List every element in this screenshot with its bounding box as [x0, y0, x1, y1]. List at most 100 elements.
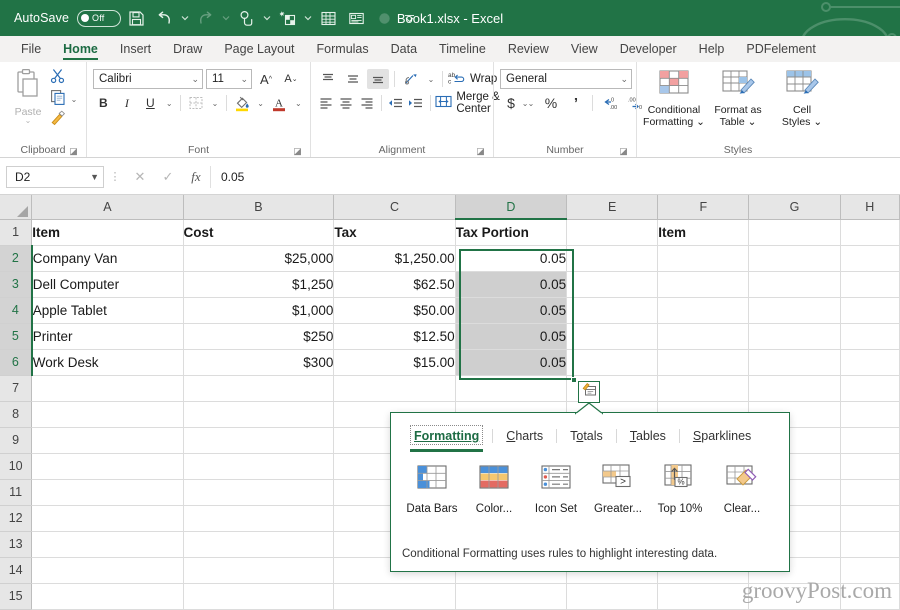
- cell-d3[interactable]: 0.05: [455, 271, 568, 298]
- qa-tab-formatting[interactable]: Formatting: [401, 425, 492, 452]
- tab-draw[interactable]: Draw: [162, 36, 213, 62]
- cell-b11[interactable]: [183, 479, 335, 506]
- cell-g7[interactable]: [748, 375, 841, 402]
- cell-a4[interactable]: Apple Tablet: [31, 297, 184, 324]
- cell-e15[interactable]: [566, 583, 659, 610]
- cell-g5[interactable]: [748, 323, 841, 350]
- column-header-h[interactable]: H: [840, 195, 900, 220]
- tab-review[interactable]: Review: [497, 36, 560, 62]
- undo-icon[interactable]: [151, 5, 177, 31]
- row-header-10[interactable]: 10: [0, 453, 33, 480]
- cell-a6[interactable]: Work Desk: [31, 349, 184, 376]
- cell-h5[interactable]: [840, 323, 900, 350]
- enter-icon[interactable]: ✓: [154, 166, 182, 188]
- align-center-button[interactable]: [338, 93, 356, 113]
- select-all-corner[interactable]: [0, 195, 33, 220]
- cell-e4[interactable]: [566, 297, 659, 324]
- cell-b15[interactable]: [183, 583, 335, 610]
- cell-b7[interactable]: [183, 375, 335, 402]
- column-header-b[interactable]: B: [183, 195, 335, 220]
- cancel-icon[interactable]: ✕: [126, 166, 154, 188]
- touch-mode-icon[interactable]: [233, 5, 259, 31]
- cell-a15[interactable]: [31, 583, 184, 610]
- format-painter-button[interactable]: [50, 110, 80, 130]
- copy-button[interactable]: ⌄: [50, 90, 80, 109]
- cell-b1[interactable]: Cost: [183, 219, 335, 246]
- undo-caret-icon[interactable]: [179, 5, 190, 31]
- bold-button[interactable]: B: [93, 93, 114, 113]
- cell-b4[interactable]: $1,000: [183, 297, 335, 324]
- column-header-e[interactable]: E: [566, 195, 659, 220]
- autosave-toggle[interactable]: Off: [77, 9, 122, 27]
- name-box[interactable]: D2 ▼: [6, 165, 104, 188]
- column-header-f[interactable]: F: [657, 195, 750, 220]
- row-header-2[interactable]: 2: [0, 245, 33, 272]
- qa-tab-totals[interactable]: Totals: [557, 425, 616, 447]
- comma-format-button[interactable]: ’: [565, 93, 587, 113]
- cell-e1[interactable]: [566, 219, 659, 246]
- cell-a11[interactable]: [31, 479, 184, 506]
- redo-icon[interactable]: [192, 5, 218, 31]
- cell-g2[interactable]: [748, 245, 841, 272]
- qa-item-data-bars[interactable]: Data Bars: [401, 463, 463, 515]
- alignment-dialog-launcher[interactable]: ◪: [476, 147, 485, 156]
- cell-h9[interactable]: [840, 427, 900, 454]
- font-name-input[interactable]: Calibri ⌄: [93, 69, 203, 89]
- cell-a8[interactable]: [31, 401, 184, 428]
- qa-item-greater-than[interactable]: > Greater...: [587, 463, 649, 515]
- cell-b6[interactable]: $300: [183, 349, 335, 376]
- row-header-9[interactable]: 9: [0, 427, 33, 454]
- accounting-caret-icon[interactable]: ⌄: [525, 93, 537, 113]
- qa-item-clear-format[interactable]: Clear...: [711, 463, 773, 515]
- italic-button[interactable]: I: [117, 93, 138, 113]
- cell-g6[interactable]: [748, 349, 841, 376]
- orientation-caret-icon[interactable]: ⌄: [425, 69, 437, 89]
- cell-d6[interactable]: 0.05: [455, 349, 568, 376]
- row-header-4[interactable]: 4: [0, 297, 33, 324]
- font-color-button[interactable]: A: [269, 93, 290, 113]
- align-right-button[interactable]: [358, 93, 376, 113]
- formula-input[interactable]: 0.05: [210, 165, 894, 188]
- row-header-13[interactable]: 13: [0, 531, 33, 558]
- record-icon[interactable]: [371, 5, 397, 31]
- cell-h7[interactable]: [840, 375, 900, 402]
- cell-h11[interactable]: [840, 479, 900, 506]
- cell-h3[interactable]: [840, 271, 900, 298]
- underline-caret-icon[interactable]: ⌄: [164, 93, 175, 113]
- column-header-c[interactable]: C: [333, 195, 456, 220]
- cell-d15[interactable]: [455, 583, 568, 610]
- redo-caret-icon[interactable]: [220, 5, 231, 31]
- tab-insert[interactable]: Insert: [109, 36, 162, 62]
- cell-a2[interactable]: Company Van: [31, 245, 184, 272]
- align-top-button[interactable]: [317, 69, 339, 89]
- cell-h6[interactable]: [840, 349, 900, 376]
- row-header-15[interactable]: 15: [0, 583, 33, 610]
- percent-format-button[interactable]: %: [540, 93, 562, 113]
- font-size-caret-icon[interactable]: ⌄: [240, 74, 248, 85]
- cell-b12[interactable]: [183, 505, 335, 532]
- form-icon[interactable]: [343, 5, 369, 31]
- grow-font-button[interactable]: A ^: [255, 69, 277, 89]
- column-header-a[interactable]: A: [31, 195, 184, 220]
- cell-c3[interactable]: $62.50: [333, 271, 456, 298]
- qa-item-color-scale[interactable]: Color...: [463, 463, 525, 515]
- tab-page-layout[interactable]: Page Layout: [213, 36, 305, 62]
- cell-c4[interactable]: $50.00: [333, 297, 456, 324]
- cell-c5[interactable]: $12.50: [333, 323, 456, 350]
- cell-c6[interactable]: $15.00: [333, 349, 456, 376]
- tab-home[interactable]: Home: [52, 36, 109, 62]
- row-header-8[interactable]: 8: [0, 401, 33, 428]
- qa-item-top-ten-percent[interactable]: % Top 10%: [649, 463, 711, 515]
- number-format-caret-icon[interactable]: ⌄: [620, 74, 628, 85]
- underline-button[interactable]: U: [140, 93, 161, 113]
- quick-analysis-button[interactable]: [578, 381, 600, 403]
- cell-b2[interactable]: $25,000: [183, 245, 335, 272]
- cell-a1[interactable]: Item: [31, 219, 184, 246]
- insert-function-icon[interactable]: fx: [182, 166, 210, 188]
- cell-d4[interactable]: 0.05: [455, 297, 568, 324]
- format-as-table-button[interactable]: Format as Table ⌄: [707, 68, 769, 128]
- cell-a3[interactable]: Dell Computer: [31, 271, 184, 298]
- cell-f2[interactable]: [657, 245, 750, 272]
- font-color-caret-icon[interactable]: ⌄: [293, 93, 304, 113]
- tab-pdfelement[interactable]: PDFelement: [735, 36, 826, 62]
